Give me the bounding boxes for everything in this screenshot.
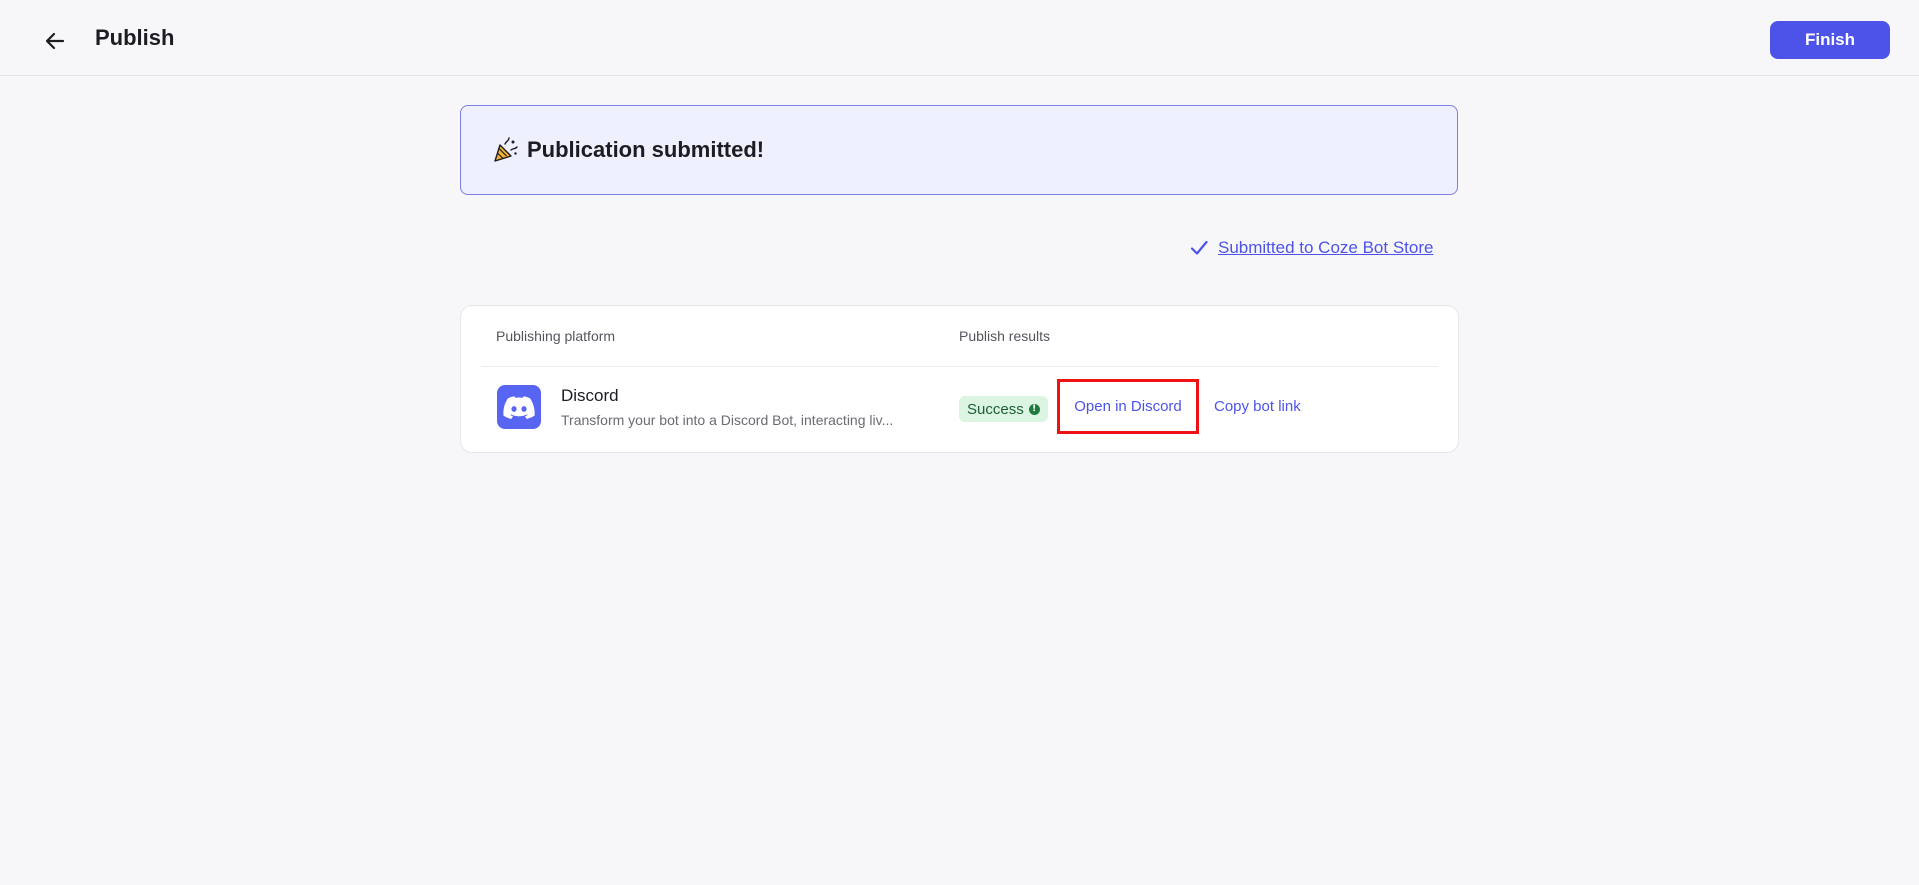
coze-store-link[interactable]: Submitted to Coze Bot Store (1190, 236, 1433, 260)
info-icon[interactable]: ! (1028, 403, 1040, 415)
party-popper-icon (494, 137, 518, 162)
header-publish-results: Publish results (959, 328, 1051, 344)
back-button[interactable] (38, 24, 72, 58)
copy-bot-link-button[interactable]: Copy bot link (1214, 398, 1301, 415)
header-publishing-platform: Publishing platform (496, 328, 616, 344)
banner-message: Publication submitted! (527, 137, 765, 162)
open-in-discord-button[interactable]: Open in Discord (1057, 379, 1199, 434)
table-divider (481, 366, 1438, 367)
platform-description: Transform your bot into a Discord Bot, i… (561, 412, 894, 428)
open-in-discord-label: Open in Discord (1074, 398, 1182, 415)
finish-button[interactable]: Finish (1770, 21, 1890, 59)
platform-name: Discord (561, 386, 619, 405)
status-badge: Success ! (959, 396, 1048, 422)
publication-banner: Publication submitted! (460, 105, 1458, 195)
arrow-left-icon (45, 32, 65, 50)
top-bar: Publish Finish (0, 0, 1919, 76)
discord-logo-icon (497, 385, 541, 429)
store-link-text[interactable]: Submitted to Coze Bot Store (1218, 238, 1433, 258)
publish-results-table: Publishing platform Publish results Disc… (460, 305, 1459, 453)
status-label: Success (967, 400, 1024, 418)
checkmark-icon (1190, 240, 1208, 255)
page-title: Publish (95, 25, 175, 50)
